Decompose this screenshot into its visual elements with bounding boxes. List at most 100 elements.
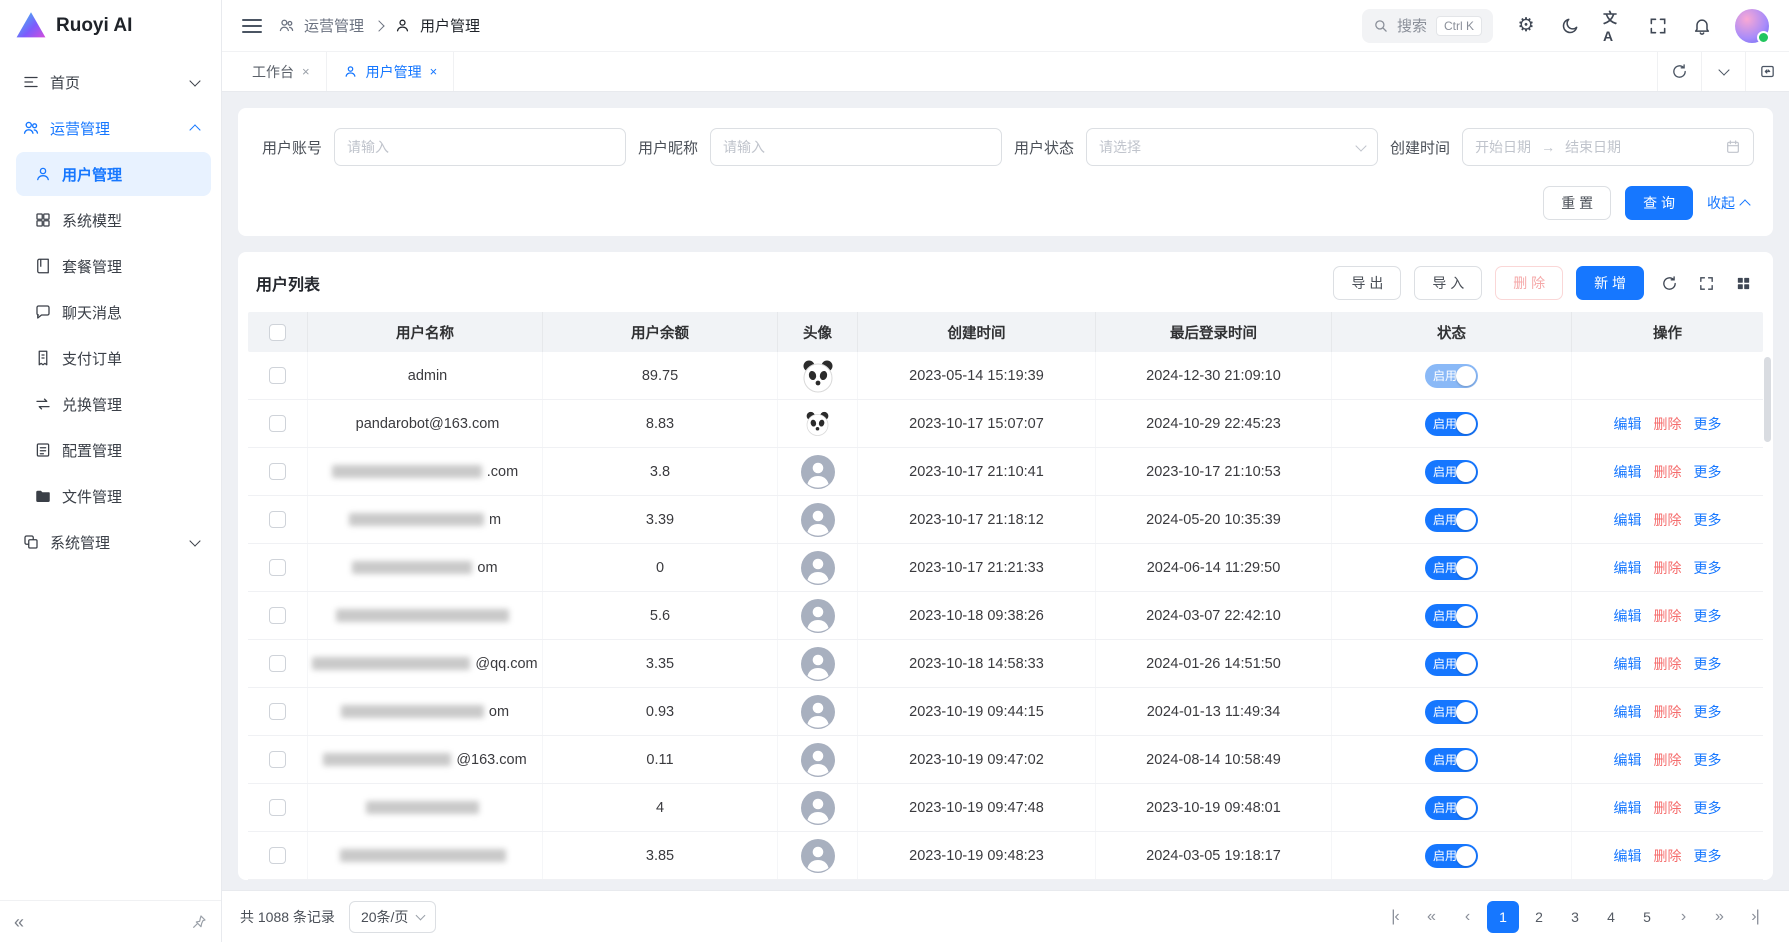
add-button[interactable]: 新 增 — [1576, 266, 1644, 300]
delete-link[interactable]: 删除 — [1654, 798, 1682, 818]
edit-link[interactable]: 编辑 — [1614, 606, 1642, 626]
edit-link[interactable]: 编辑 — [1614, 702, 1642, 722]
delete-link[interactable]: 删除 — [1654, 702, 1682, 722]
fullscreen-icon[interactable] — [1647, 15, 1669, 37]
more-link[interactable]: 更多 — [1694, 798, 1722, 818]
close-icon[interactable]: × — [430, 65, 438, 78]
more-link[interactable]: 更多 — [1694, 654, 1722, 674]
sidebar-group-system[interactable]: 系统管理 — [10, 520, 211, 564]
user-avatar[interactable] — [1735, 9, 1769, 43]
account-input[interactable] — [334, 128, 626, 166]
page-button-1[interactable]: 1 — [1487, 901, 1519, 933]
status-toggle[interactable]: 启用 — [1425, 652, 1478, 676]
hamburger-menu-icon[interactable] — [242, 19, 262, 33]
delete-link[interactable]: 删除 — [1654, 750, 1682, 770]
sidebar-item-payment-orders[interactable]: 支付订单 — [16, 336, 211, 380]
row-checkbox[interactable] — [269, 559, 286, 576]
status-select[interactable]: 请选择 — [1086, 128, 1378, 166]
sidebar-item-system-model[interactable]: 系统模型 — [16, 198, 211, 242]
sidebar-item-user-management[interactable]: 用户管理 — [16, 152, 211, 196]
sidebar-item-file-management[interactable]: 文件管理 — [16, 474, 211, 518]
first-page-button[interactable]: |‹ — [1379, 901, 1411, 933]
reset-button[interactable]: 重 置 — [1543, 186, 1611, 220]
row-checkbox[interactable] — [269, 463, 286, 480]
collapse-filter-link[interactable]: 收起 — [1707, 193, 1749, 213]
more-link[interactable]: 更多 — [1694, 702, 1722, 722]
row-checkbox[interactable] — [269, 799, 286, 816]
status-toggle[interactable]: 启用 — [1425, 508, 1478, 532]
edit-link[interactable]: 编辑 — [1614, 654, 1642, 674]
expand-table-icon[interactable] — [1694, 271, 1718, 295]
prev-page-button[interactable]: ‹ — [1451, 901, 1483, 933]
edit-link[interactable]: 编辑 — [1614, 558, 1642, 578]
column-settings-icon[interactable] — [1731, 271, 1755, 295]
more-link[interactable]: 更多 — [1694, 510, 1722, 530]
delete-button[interactable]: 删 除 — [1495, 266, 1563, 300]
row-checkbox[interactable] — [269, 847, 286, 864]
edit-link[interactable]: 编辑 — [1614, 750, 1642, 770]
dark-mode-moon-icon[interactable] — [1559, 15, 1581, 37]
status-toggle[interactable]: 启用 — [1425, 700, 1478, 724]
sidebar-item-home[interactable]: 首页 — [10, 60, 211, 104]
status-toggle[interactable]: 启用 — [1425, 460, 1478, 484]
delete-link[interactable]: 删除 — [1654, 654, 1682, 674]
edit-link[interactable]: 编辑 — [1614, 462, 1642, 482]
delete-link[interactable]: 删除 — [1654, 510, 1682, 530]
edit-link[interactable]: 编辑 — [1614, 798, 1642, 818]
refresh-list-icon[interactable] — [1657, 271, 1681, 295]
delete-link[interactable]: 删除 — [1654, 414, 1682, 434]
more-link[interactable]: 更多 — [1694, 462, 1722, 482]
back-5-pages-button[interactable]: « — [1415, 901, 1447, 933]
row-checkbox[interactable] — [269, 703, 286, 720]
page-size-select[interactable]: 20条/页 — [349, 901, 436, 933]
global-search[interactable]: 搜索 Ctrl K — [1362, 9, 1493, 43]
page-button-5[interactable]: 5 — [1631, 901, 1663, 933]
edit-link[interactable]: 编辑 — [1614, 510, 1642, 530]
sidebar-item-chat-messages[interactable]: 聊天消息 — [16, 290, 211, 334]
translate-icon[interactable]: 文A — [1603, 15, 1625, 37]
breadcrumb-item[interactable]: 运营管理 — [304, 15, 364, 36]
row-checkbox[interactable] — [269, 751, 286, 768]
status-toggle[interactable]: 启用 — [1425, 412, 1478, 436]
delete-link[interactable]: 删除 — [1654, 606, 1682, 626]
edit-link[interactable]: 编辑 — [1614, 846, 1642, 866]
more-link[interactable]: 更多 — [1694, 750, 1722, 770]
sidebar-group-operations[interactable]: 运营管理 — [10, 106, 211, 150]
more-link[interactable]: 更多 — [1694, 846, 1722, 866]
date-range-picker[interactable]: 开始日期 → 结束日期 — [1462, 128, 1754, 166]
delete-link[interactable]: 删除 — [1654, 462, 1682, 482]
import-button[interactable]: 导 入 — [1414, 266, 1482, 300]
status-toggle[interactable]: 启用 — [1425, 604, 1478, 628]
nickname-input[interactable] — [710, 128, 1002, 166]
sidebar-item-exchange-management[interactable]: 兑换管理 — [16, 382, 211, 426]
more-link[interactable]: 更多 — [1694, 414, 1722, 434]
row-checkbox[interactable] — [269, 415, 286, 432]
status-toggle[interactable]: 启用 — [1425, 844, 1478, 868]
chevron-down-icon[interactable] — [1701, 52, 1745, 91]
row-checkbox[interactable] — [269, 511, 286, 528]
pin-sidebar-icon[interactable] — [191, 914, 207, 930]
select-all-checkbox[interactable] — [269, 324, 286, 341]
edit-link[interactable]: 编辑 — [1614, 414, 1642, 434]
next-page-button[interactable]: › — [1667, 901, 1699, 933]
page-button-3[interactable]: 3 — [1559, 901, 1591, 933]
settings-gear-icon[interactable]: ⚙ — [1515, 15, 1537, 37]
status-toggle[interactable]: 启用 — [1425, 748, 1478, 772]
status-toggle[interactable]: 启用 — [1425, 796, 1478, 820]
sidebar-item-config-management[interactable]: 配置管理 — [16, 428, 211, 472]
delete-link[interactable]: 删除 — [1654, 558, 1682, 578]
sidebar-collapse-button[interactable]: « — [14, 913, 24, 931]
tab-user-management[interactable]: 用户管理 × — [327, 52, 455, 91]
page-button-4[interactable]: 4 — [1595, 901, 1627, 933]
tab-workbench[interactable]: 工作台 × — [236, 52, 327, 91]
page-button-2[interactable]: 2 — [1523, 901, 1555, 933]
table-scrollbar-thumb[interactable] — [1764, 357, 1771, 442]
more-link[interactable]: 更多 — [1694, 606, 1722, 626]
last-page-button[interactable]: ›| — [1739, 901, 1771, 933]
refresh-tab-icon[interactable] — [1657, 52, 1701, 91]
status-toggle[interactable]: 启用 — [1425, 364, 1478, 388]
more-link[interactable]: 更多 — [1694, 558, 1722, 578]
fit-screen-icon[interactable] — [1745, 52, 1789, 91]
notification-bell-icon[interactable] — [1691, 15, 1713, 37]
row-checkbox[interactable] — [269, 607, 286, 624]
